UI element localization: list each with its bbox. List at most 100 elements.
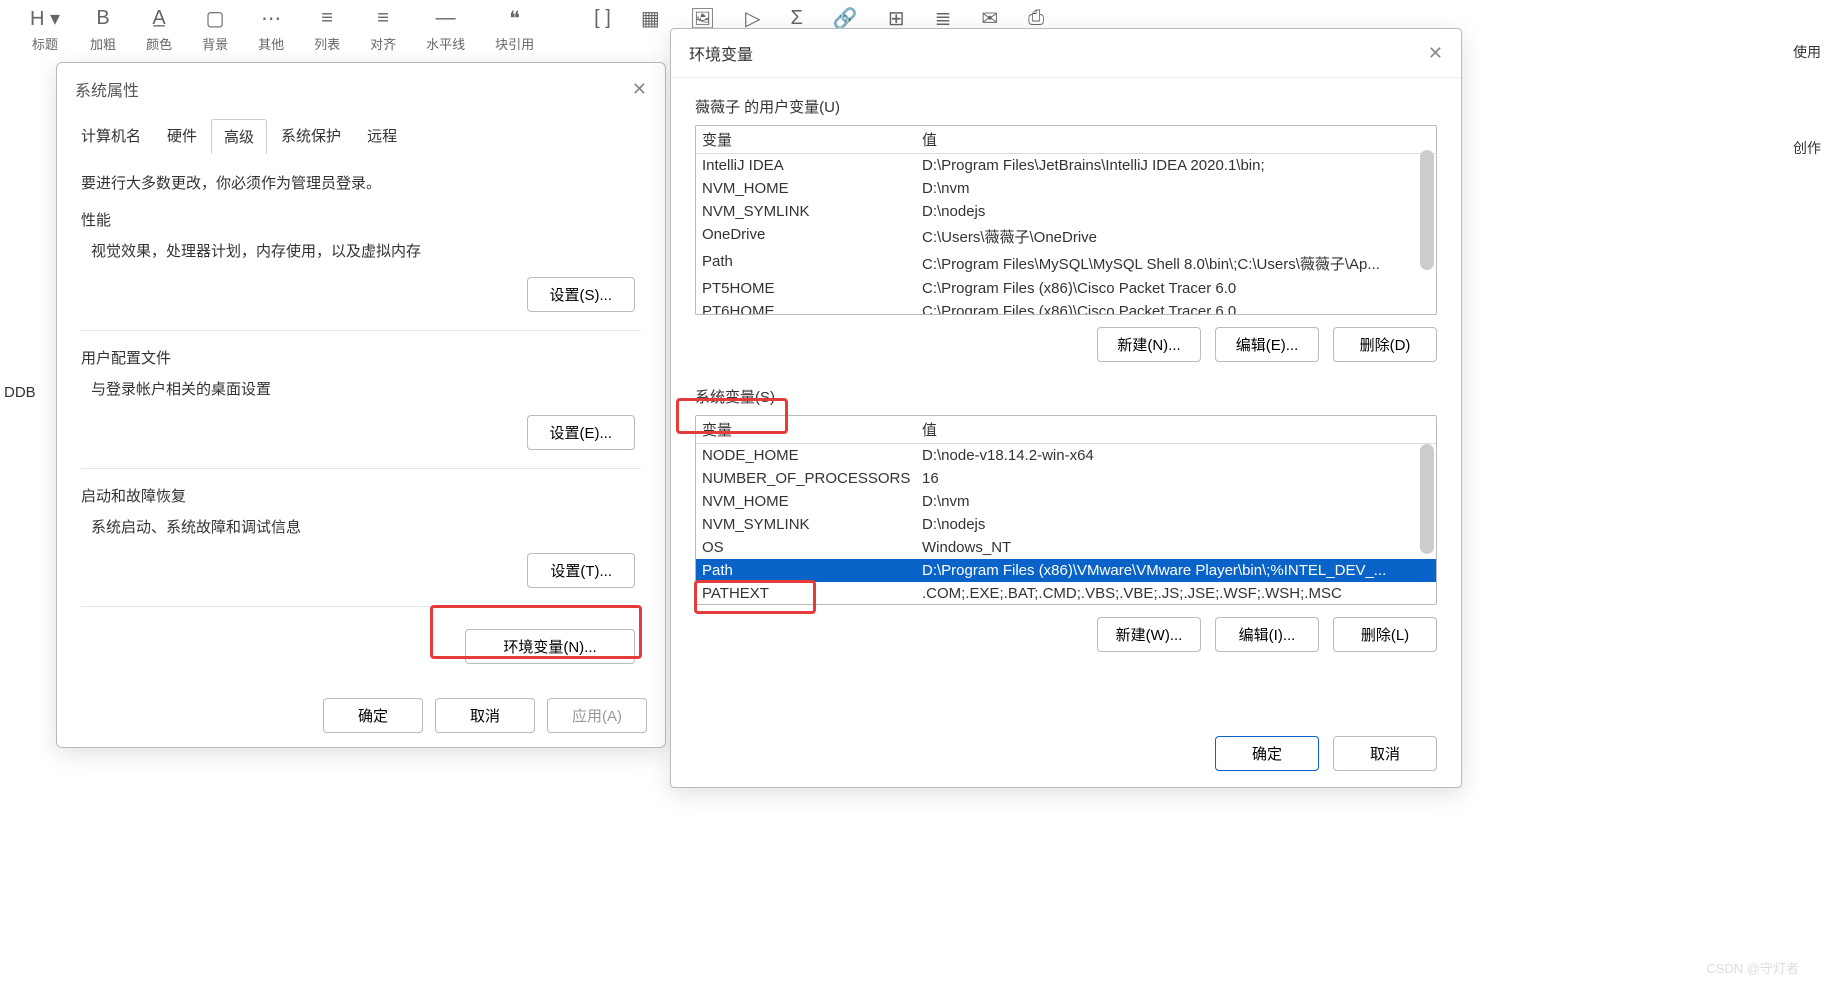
var-value: D:\node-v18.14.2-win-x64 <box>916 444 1436 467</box>
tab-系统保护[interactable]: 系统保护 <box>269 119 353 154</box>
tool-5[interactable]: ≡ 列表 <box>314 6 340 53</box>
tool-label: 水平线 <box>426 34 465 53</box>
group-title: 性能 <box>81 209 641 230</box>
var-value: 16 <box>916 467 1436 490</box>
tool-0[interactable]: H ▾ 标题 <box>30 6 60 53</box>
tool-icon: Σ <box>791 6 803 30</box>
sys-new-button[interactable]: 新建(W)... <box>1097 617 1201 652</box>
settings-button[interactable]: 设置(S)... <box>527 277 636 312</box>
sys-delete-button[interactable]: 删除(L) <box>1333 617 1437 652</box>
group-title: 启动和故障恢复 <box>81 485 641 506</box>
watermark: CSDN @守灯者 <box>1706 958 1799 977</box>
close-icon[interactable]: ✕ <box>1428 43 1443 64</box>
right-use: 使用 <box>1789 36 1839 68</box>
tool-label: 对齐 <box>370 34 396 53</box>
tool-7[interactable]: —水平线 <box>426 6 465 53</box>
var-value: C:\Program Files (x86)\Cisco Packet Trac… <box>916 300 1436 315</box>
var-name: PATHEXT <box>696 582 916 605</box>
tab-远程[interactable]: 远程 <box>355 119 409 154</box>
env-cancel-button[interactable]: 取消 <box>1333 736 1437 771</box>
var-row[interactable]: NVM_HOMED:\nvm <box>696 490 1436 513</box>
tool-label: 标题 <box>32 34 58 53</box>
var-row[interactable]: NVM_SYMLINKD:\nodejs <box>696 200 1436 223</box>
user-vars-list[interactable]: 变量 值 IntelliJ IDEAD:\Program Files\JetBr… <box>695 125 1437 315</box>
tool-icon: 🖼 <box>690 6 715 30</box>
var-value: C:\Users\薇薇子\OneDrive <box>916 223 1436 250</box>
tool-3[interactable]: ▢背景 <box>202 6 228 53</box>
var-name: NVM_HOME <box>696 490 916 513</box>
tool-icon: ≡ <box>377 6 389 30</box>
right-panel-partial: 使用 创作 <box>1789 36 1839 164</box>
tool-11[interactable]: ▦ <box>641 6 660 34</box>
var-value: D:\Program Files (x86)\VMware\VMware Pla… <box>916 559 1436 582</box>
cancel-button[interactable]: 取消 <box>435 698 535 733</box>
col-header-var[interactable]: 变量 <box>696 416 916 443</box>
tool-1[interactable]: B 加粗 <box>90 6 116 53</box>
sysprops-title: 系统属性 <box>75 77 139 101</box>
tab-高级[interactable]: 高级 <box>211 119 267 154</box>
tool-label: 加粗 <box>90 34 116 53</box>
tool-icon: ≡ <box>321 6 333 30</box>
ok-button[interactable]: 确定 <box>323 698 423 733</box>
settings-button[interactable]: 设置(T)... <box>527 553 635 588</box>
tab-计算机名[interactable]: 计算机名 <box>69 119 153 154</box>
right-create: 创作 <box>1789 132 1839 164</box>
close-icon[interactable]: ✕ <box>632 79 647 100</box>
col-header-var[interactable]: 变量 <box>696 126 916 153</box>
user-new-button[interactable]: 新建(N)... <box>1097 327 1201 362</box>
tool-icon: H ▾ <box>30 6 60 30</box>
env-ok-button[interactable]: 确定 <box>1215 736 1319 771</box>
var-row[interactable]: OSWindows_NT <box>696 536 1436 559</box>
tool-icon: B <box>96 6 109 30</box>
group-desc: 系统启动、系统故障和调试信息 <box>91 516 641 537</box>
var-row[interactable]: NUMBER_OF_PROCESSORS16 <box>696 467 1436 490</box>
scrollbar[interactable] <box>1420 150 1434 270</box>
tool-2[interactable]: A̲ 颜色 <box>146 6 172 53</box>
tool-icon: A̲ <box>152 6 165 30</box>
tool-4[interactable]: ⋯其他 <box>258 6 284 53</box>
var-row[interactable]: PT6HOMEC:\Program Files (x86)\Cisco Pack… <box>696 300 1436 315</box>
var-row[interactable]: PT5HOMEC:\Program Files (x86)\Cisco Pack… <box>696 277 1436 300</box>
sys-edit-button[interactable]: 编辑(I)... <box>1215 617 1319 652</box>
var-name: PT5HOME <box>696 277 916 300</box>
var-name: NVM_SYMLINK <box>696 513 916 536</box>
var-name: OS <box>696 536 916 559</box>
tool-8[interactable]: ❝块引用 <box>495 6 534 53</box>
var-row[interactable]: PathC:\Program Files\MySQL\MySQL Shell 8… <box>696 250 1436 277</box>
sys-vars-list[interactable]: 变量 值 NODE_HOMED:\node-v18.14.2-win-x64NU… <box>695 415 1437 605</box>
tool-icon: ≣ <box>935 6 952 30</box>
settings-button[interactable]: 设置(E)... <box>527 415 636 450</box>
col-header-val[interactable]: 值 <box>916 126 1436 153</box>
var-name: NUMBER_OF_PROCESSORS <box>696 467 916 490</box>
user-delete-button[interactable]: 删除(D) <box>1333 327 1437 362</box>
tool-10[interactable]: [ ] <box>594 6 611 34</box>
left-edge-text: DDB <box>4 384 36 401</box>
scrollbar[interactable] <box>1420 444 1434 554</box>
tool-6[interactable]: ≡ 对齐 <box>370 6 396 53</box>
tool-label: 其他 <box>258 34 284 53</box>
sys-vars-label: 系统变量(S) <box>695 386 775 407</box>
var-row[interactable]: PATHEXT.COM;.EXE;.BAT;.CMD;.VBS;.VBE;.JS… <box>696 582 1436 605</box>
tab-硬件[interactable]: 硬件 <box>155 119 209 154</box>
var-row[interactable]: OneDriveC:\Users\薇薇子\OneDrive <box>696 223 1436 250</box>
tool-label: 块引用 <box>495 34 534 53</box>
group-desc: 与登录帐户相关的桌面设置 <box>91 378 641 399</box>
var-row[interactable]: NVM_SYMLINKD:\nodejs <box>696 513 1436 536</box>
tool-label: 列表 <box>314 34 340 53</box>
user-edit-button[interactable]: 编辑(E)... <box>1215 327 1319 362</box>
var-row[interactable]: IntelliJ IDEAD:\Program Files\JetBrains\… <box>696 154 1436 177</box>
var-name: Path <box>696 250 916 277</box>
var-name: OneDrive <box>696 223 916 250</box>
user-vars-label: 薇薇子 的用户变量(U) <box>695 96 840 117</box>
var-row[interactable]: NVM_HOMED:\nvm <box>696 177 1436 200</box>
env-vars-dialog: 环境变量 ✕ 薇薇子 的用户变量(U) 变量 值 IntelliJ IDEAD:… <box>670 28 1462 788</box>
apply-button[interactable]: 应用(A) <box>547 698 647 733</box>
tool-label: 颜色 <box>146 34 172 53</box>
env-vars-button[interactable]: 环境变量(N)... <box>465 629 635 664</box>
col-header-val[interactable]: 值 <box>916 416 1436 443</box>
var-value: D:\nodejs <box>916 513 1436 536</box>
env-title: 环境变量 <box>689 41 753 65</box>
var-row[interactable]: NODE_HOMED:\node-v18.14.2-win-x64 <box>696 444 1436 467</box>
var-name: IntelliJ IDEA <box>696 154 916 177</box>
var-row[interactable]: PathD:\Program Files (x86)\VMware\VMware… <box>696 559 1436 582</box>
